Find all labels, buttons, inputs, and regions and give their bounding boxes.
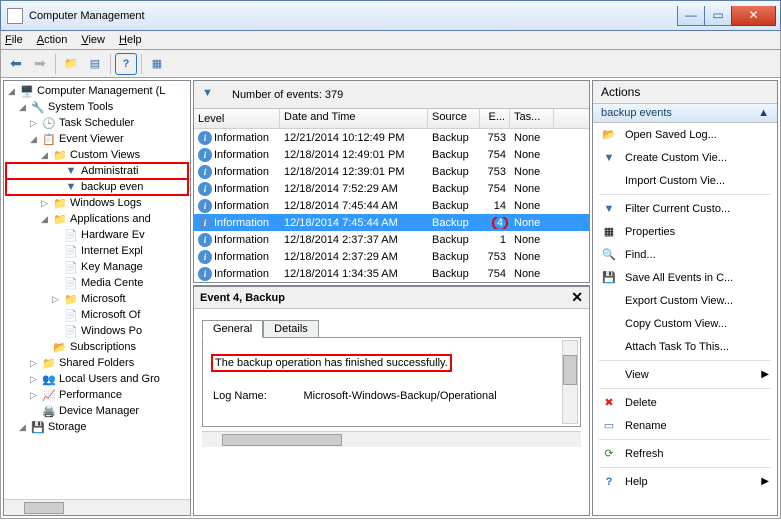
- tree-shared[interactable]: Shared Folders: [59, 357, 134, 369]
- tree-ie[interactable]: Internet Expl: [81, 245, 143, 257]
- tree-winpo[interactable]: Windows Po: [81, 325, 142, 337]
- forward-button[interactable]: ➡: [29, 53, 51, 75]
- tree-eventviewer[interactable]: Event Viewer: [59, 133, 124, 145]
- action-export[interactable]: Export Custom View...: [593, 289, 777, 312]
- action-filter-current[interactable]: ▼Filter Current Custo...: [593, 197, 777, 220]
- event-grid[interactable]: Level Date and Time Source E... Tas... i…: [194, 109, 589, 282]
- action-properties[interactable]: ▦Properties: [593, 220, 777, 243]
- action-open-saved-log[interactable]: 📂Open Saved Log...: [593, 123, 777, 146]
- tree-msoff[interactable]: Microsoft Of: [81, 309, 140, 321]
- minimize-button[interactable]: —: [677, 6, 705, 26]
- tree-winlogs[interactable]: Windows Logs: [70, 197, 142, 209]
- col-eventid[interactable]: E...: [480, 109, 510, 128]
- tree-hscroll[interactable]: [4, 499, 190, 515]
- menu-view[interactable]: View: [81, 34, 105, 46]
- event-detail-panel: Event 4, Backup ✕ General Details The ba…: [193, 285, 590, 516]
- action-pane-button[interactable]: ▦: [146, 53, 168, 75]
- event-count: Number of events: 379: [232, 89, 343, 101]
- action-find[interactable]: 🔍Find...: [593, 243, 777, 266]
- filter-bar: ▼ Number of events: 379: [194, 81, 589, 109]
- detail-vscroll[interactable]: [562, 340, 578, 424]
- tree-root[interactable]: Computer Management (L: [37, 85, 165, 97]
- action-attach-task[interactable]: Attach Task To This...: [593, 335, 777, 358]
- tree-ms[interactable]: Microsoft: [81, 293, 126, 305]
- actions-group[interactable]: backup events▲: [593, 104, 777, 123]
- action-view[interactable]: View▶: [593, 363, 777, 386]
- col-date[interactable]: Date and Time: [280, 109, 428, 128]
- tree-tasksch[interactable]: Task Scheduler: [59, 117, 134, 129]
- grid-header[interactable]: Level Date and Time Source E... Tas...: [194, 109, 589, 129]
- table-row[interactable]: iInformation12/21/2014 10:12:49 PMBackup…: [194, 129, 589, 146]
- properties-button[interactable]: ▤: [84, 53, 106, 75]
- menu-action[interactable]: Action: [37, 34, 68, 46]
- title-bar: Computer Management — ▭ ✕: [0, 0, 781, 30]
- table-row[interactable]: iInformation12/18/2014 2:37:29 AMBackup7…: [194, 248, 589, 265]
- action-delete[interactable]: ✖Delete: [593, 391, 777, 414]
- app-icon: [7, 8, 23, 24]
- logname-value: Microsoft-Windows-Backup/Operational: [304, 390, 497, 402]
- table-row[interactable]: iInformation12/18/2014 7:52:29 AMBackup7…: [194, 180, 589, 197]
- tab-details[interactable]: Details: [263, 320, 319, 338]
- tree-km[interactable]: Key Manage: [81, 261, 143, 273]
- tab-general[interactable]: General: [202, 320, 263, 338]
- logname-label: Log Name:: [213, 390, 267, 402]
- back-button[interactable]: ⬅: [5, 53, 27, 75]
- close-button[interactable]: ✕: [731, 6, 776, 26]
- filter-icon: ▼: [202, 87, 218, 103]
- actions-panel: Actions backup events▲ 📂Open Saved Log..…: [592, 80, 778, 516]
- actions-header: Actions: [593, 81, 777, 104]
- action-refresh[interactable]: ⟳Refresh: [593, 442, 777, 465]
- menu-file[interactable]: File: [5, 34, 23, 46]
- tree-subs[interactable]: Subscriptions: [70, 341, 136, 353]
- show-hide-tree-button[interactable]: 📁: [60, 53, 82, 75]
- col-level[interactable]: Level: [194, 109, 280, 128]
- table-row[interactable]: iInformation12/18/2014 1:34:35 AMBackup7…: [194, 265, 589, 282]
- table-row[interactable]: iInformation12/18/2014 2:37:37 AMBackup1…: [194, 231, 589, 248]
- tree-mc[interactable]: Media Cente: [81, 277, 143, 289]
- tree-hw[interactable]: Hardware Ev: [81, 229, 145, 241]
- tree-custviews[interactable]: Custom Views: [70, 149, 140, 161]
- action-rename[interactable]: ▭Rename: [593, 414, 777, 437]
- window-title: Computer Management: [29, 10, 678, 22]
- toolbar: ⬅ ➡ 📁 ▤ ? ▦: [0, 50, 781, 78]
- detail-title: Event 4, Backup: [200, 292, 285, 304]
- action-save-all[interactable]: 💾Save All Events in C...: [593, 266, 777, 289]
- table-row[interactable]: iInformation12/18/2014 12:49:01 PMBackup…: [194, 146, 589, 163]
- action-create-custom-view[interactable]: ▼Create Custom Vie...: [593, 146, 777, 169]
- action-import-custom-view[interactable]: Import Custom Vie...: [593, 169, 777, 192]
- event-message: The backup operation has finished succes…: [213, 356, 450, 370]
- action-help[interactable]: ?Help▶: [593, 470, 777, 493]
- event-list-panel: ▼ Number of events: 379 Level Date and T…: [193, 80, 590, 516]
- table-row[interactable]: iInformation12/18/2014 12:39:01 PMBackup…: [194, 163, 589, 180]
- col-task[interactable]: Tas...: [510, 109, 554, 128]
- action-copy[interactable]: Copy Custom View...: [593, 312, 777, 335]
- tree-devmgr[interactable]: Device Manager: [59, 405, 139, 417]
- col-source[interactable]: Source: [428, 109, 480, 128]
- tree-local[interactable]: Local Users and Gro: [59, 373, 160, 385]
- menu-help[interactable]: Help: [119, 34, 142, 46]
- detail-close-button[interactable]: ✕: [571, 289, 583, 306]
- table-row[interactable]: iInformation12/18/2014 7:45:44 AMBackup1…: [194, 197, 589, 214]
- main-area: ◢🖥️Computer Management (L ◢🔧System Tools…: [0, 78, 781, 519]
- tree-systools[interactable]: System Tools: [48, 101, 113, 113]
- navigation-tree[interactable]: ◢🖥️Computer Management (L ◢🔧System Tools…: [3, 80, 191, 516]
- menu-bar: File Action View Help: [0, 30, 781, 50]
- tree-admin[interactable]: Administrati: [81, 165, 138, 177]
- tree-storage[interactable]: Storage: [48, 421, 87, 433]
- maximize-button[interactable]: ▭: [704, 6, 732, 26]
- tree-perf[interactable]: Performance: [59, 389, 122, 401]
- detail-hscroll[interactable]: [202, 431, 581, 447]
- tree-backup[interactable]: backup even: [81, 181, 143, 193]
- help-button[interactable]: ?: [115, 53, 137, 75]
- table-row[interactable]: iInformation12/18/2014 7:45:44 AMBackup4…: [194, 214, 589, 231]
- tree-appsvc[interactable]: Applications and: [70, 213, 151, 225]
